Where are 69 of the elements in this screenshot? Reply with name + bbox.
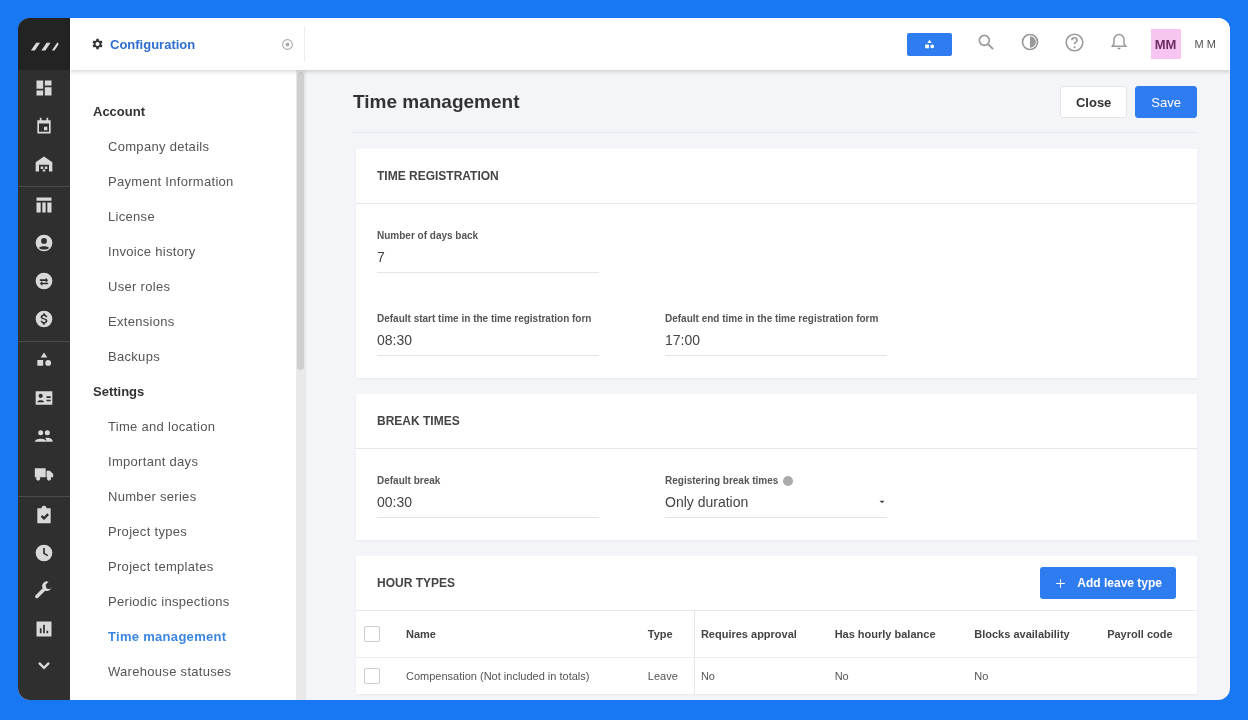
input-field[interactable]: 17:00 — [665, 324, 887, 356]
sidebar-item[interactable]: Backups — [108, 339, 296, 374]
sidebar-heading: Settings — [93, 383, 146, 401]
column-header: Name — [400, 611, 642, 658]
page-button[interactable]: Close — [1059, 86, 1128, 118]
sidebar-heading: Account — [93, 103, 146, 121]
sidebar-item[interactable]: Project templates — [108, 549, 296, 584]
table-icon[interactable] — [34, 195, 54, 215]
field-label: Default start time in the time registration forn — [377, 313, 592, 324]
sidebar-item[interactable]: Warehouse statuses — [108, 654, 296, 689]
add-leave-type-button[interactable]: Add leave type — [1040, 567, 1176, 599]
contrast-icon[interactable] — [1019, 32, 1040, 52]
dashboard-icon[interactable] — [34, 78, 54, 98]
shapes-button[interactable] — [906, 32, 952, 56]
sidebar-item[interactable]: Periodic inspections — [108, 584, 296, 619]
user-icon[interactable] — [34, 233, 54, 253]
sidebar-item[interactable]: License — [108, 199, 296, 234]
section-title: BREAK TIMES — [377, 414, 461, 428]
table-cell: No — [968, 657, 1102, 694]
section-title: TIME REGISTRATION — [377, 169, 500, 183]
building-icon[interactable] — [34, 154, 54, 174]
sidebar-item[interactable]: Invoice history — [108, 234, 296, 269]
plus-icon — [1054, 576, 1068, 590]
column-header: Payroll code — [1101, 611, 1197, 658]
table-cell: No — [694, 657, 829, 694]
help-icon[interactable] — [1063, 31, 1085, 53]
sidebar-item[interactable]: Payment Information — [108, 164, 296, 199]
table-cell: Compensation (Not included in totals) — [400, 657, 642, 694]
sidebar-item[interactable]: User roles — [108, 269, 296, 304]
user-name: M M — [1194, 38, 1216, 50]
select-field[interactable]: Only duration — [665, 486, 887, 518]
chart-icon[interactable] — [34, 619, 54, 639]
dollar-icon[interactable] — [34, 309, 54, 329]
input-field[interactable]: 00:30 — [377, 486, 599, 518]
checkbox[interactable] — [364, 626, 380, 642]
column-header: Type — [641, 611, 695, 658]
sidebar-item[interactable]: Company details — [108, 129, 296, 164]
section-title: HOUR TYPES — [377, 576, 456, 590]
sidebar-item[interactable]: Time management — [108, 619, 296, 654]
bell-icon[interactable] — [1108, 32, 1129, 52]
configuration-link[interactable]: Configuration — [110, 36, 275, 52]
column-header: Blocks availability — [968, 611, 1102, 658]
calendar-icon[interactable] — [34, 116, 54, 136]
input-field[interactable]: 7 — [377, 241, 599, 273]
shapes-icon — [922, 37, 936, 51]
page-button[interactable]: Save — [1135, 86, 1197, 118]
user-avatar[interactable]: MM — [1150, 29, 1181, 59]
field-label: Number of days back — [377, 230, 479, 241]
field-label: Default end time in the time registration form — [665, 313, 879, 324]
column-header: Has hourly balance — [828, 611, 969, 658]
contact-card-icon[interactable] — [34, 388, 54, 408]
checkbox[interactable] — [364, 668, 380, 684]
scrollbar-thumb[interactable] — [297, 72, 304, 370]
sidebar-item[interactable]: Extensions — [108, 304, 296, 339]
sidebar-item[interactable]: Project types — [108, 514, 296, 549]
column-header: Requires approval — [694, 611, 829, 658]
table-cell: No — [828, 657, 969, 694]
transfer-icon[interactable] — [34, 271, 54, 291]
field-label: Registering break times — [665, 475, 779, 486]
clipboard-check-icon[interactable] — [34, 505, 54, 525]
page-title: Time management — [353, 91, 521, 113]
clock-icon[interactable] — [34, 543, 54, 563]
settings-icon — [90, 37, 104, 51]
sidebar-item[interactable]: Number series — [108, 479, 296, 514]
sidebar-item[interactable]: Important days — [108, 444, 296, 479]
input-field[interactable]: 08:30 — [377, 324, 599, 356]
sidebar-item[interactable]: Time and location — [108, 409, 296, 444]
table-cell: Leave — [641, 657, 695, 694]
field-label: Default break — [377, 475, 441, 486]
